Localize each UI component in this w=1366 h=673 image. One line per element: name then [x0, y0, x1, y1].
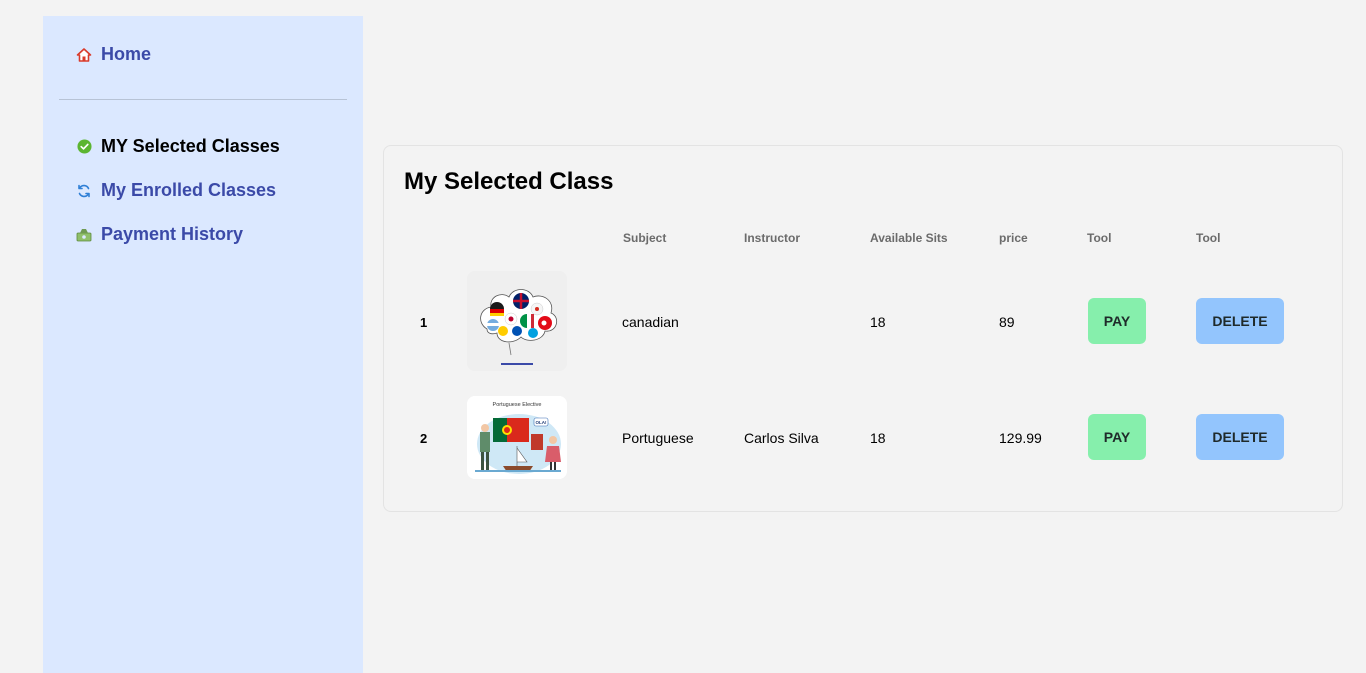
- column-header-available-sits: Available Sits: [870, 231, 948, 245]
- delete-button[interactable]: DELETE: [1196, 298, 1284, 344]
- sidebar-item-home[interactable]: Home: [76, 44, 151, 65]
- sidebar-item-label: My Enrolled Classes: [101, 180, 277, 200]
- column-header-tool: Tool: [1087, 231, 1112, 245]
- column-header-price: price: [999, 231, 1028, 245]
- column-header-instructor: Instructor: [744, 231, 801, 245]
- instructor-cell: Carlos Silva: [744, 430, 819, 446]
- sidebar-item-label: Payment History: [101, 224, 244, 244]
- sidebar-item-payment-history[interactable]: Payment History: [76, 224, 243, 245]
- refresh-icon: [76, 183, 92, 199]
- price-cell: 89: [999, 314, 1015, 330]
- column-header-subject: Subject: [623, 231, 667, 245]
- price-cell: 129.99: [999, 430, 1042, 446]
- image-speech-bubble: OLA!: [536, 420, 547, 425]
- sidebar-item-enrolled-classes[interactable]: My Enrolled Classes: [76, 180, 276, 201]
- class-image: [467, 271, 567, 371]
- subject-cell: Portuguese: [622, 430, 694, 446]
- column-header-tool: Tool: [1196, 231, 1221, 245]
- class-image: Portuguese Elective OLA!: [467, 396, 567, 479]
- pay-button[interactable]: PAY: [1088, 298, 1146, 344]
- sidebar: Home MY Selected Classes My Enrolled Cla…: [43, 16, 363, 673]
- selected-classes-card: My Selected Class Subject Instructor Ava…: [383, 145, 1343, 512]
- image-caption: Portuguese Elective: [493, 402, 542, 408]
- check-circle-icon: [76, 139, 92, 155]
- subject-cell: canadian: [622, 314, 679, 330]
- sidebar-item-label: Home: [101, 44, 152, 64]
- available-sits-cell: 18: [870, 430, 886, 446]
- row-number: 2: [420, 431, 428, 446]
- row-number: 1: [420, 315, 428, 330]
- sidebar-item-label: MY Selected Classes: [101, 136, 280, 156]
- available-sits-cell: 18: [870, 314, 886, 330]
- money-icon: [76, 227, 92, 243]
- delete-button[interactable]: DELETE: [1196, 414, 1284, 460]
- sidebar-item-selected-classes[interactable]: MY Selected Classes: [76, 136, 280, 157]
- home-icon: [76, 47, 92, 63]
- sidebar-divider: [59, 99, 347, 100]
- page-title: My Selected Class: [404, 168, 614, 195]
- pay-button[interactable]: PAY: [1088, 414, 1146, 460]
